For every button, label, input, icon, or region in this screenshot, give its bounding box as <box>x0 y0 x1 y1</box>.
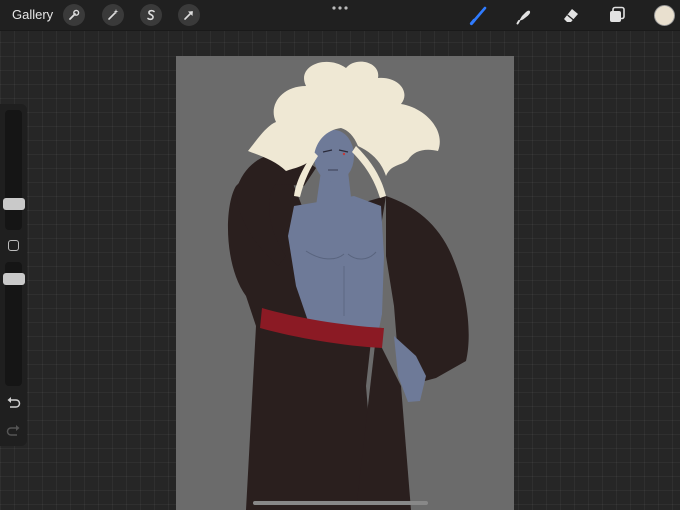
eraser-icon[interactable] <box>560 4 582 26</box>
arrow-cursor-icon[interactable] <box>178 4 200 26</box>
undo-icon[interactable] <box>6 396 21 409</box>
selection-s-icon[interactable] <box>140 4 162 26</box>
brush-size-knob[interactable] <box>3 198 25 210</box>
color-swatch[interactable] <box>654 5 675 26</box>
brush-size-slider[interactable] <box>5 110 22 230</box>
wrench-icon[interactable] <box>63 4 85 26</box>
opacity-knob[interactable] <box>3 273 25 285</box>
modify-button[interactable] <box>8 240 19 251</box>
redo-icon[interactable] <box>6 424 21 437</box>
ellipsis-icon[interactable] <box>332 5 348 11</box>
top-toolbar: Gallery <box>0 0 680 31</box>
layers-icon[interactable] <box>606 4 628 26</box>
brush-icon[interactable] <box>468 4 490 26</box>
magic-wand-icon[interactable] <box>102 4 124 26</box>
gallery-button[interactable]: Gallery <box>12 7 53 22</box>
artwork-illustration <box>227 61 469 510</box>
home-indicator <box>253 501 428 505</box>
smudge-icon[interactable] <box>513 4 535 26</box>
drawing-canvas[interactable] <box>176 56 514 510</box>
left-sidebar <box>0 104 27 446</box>
